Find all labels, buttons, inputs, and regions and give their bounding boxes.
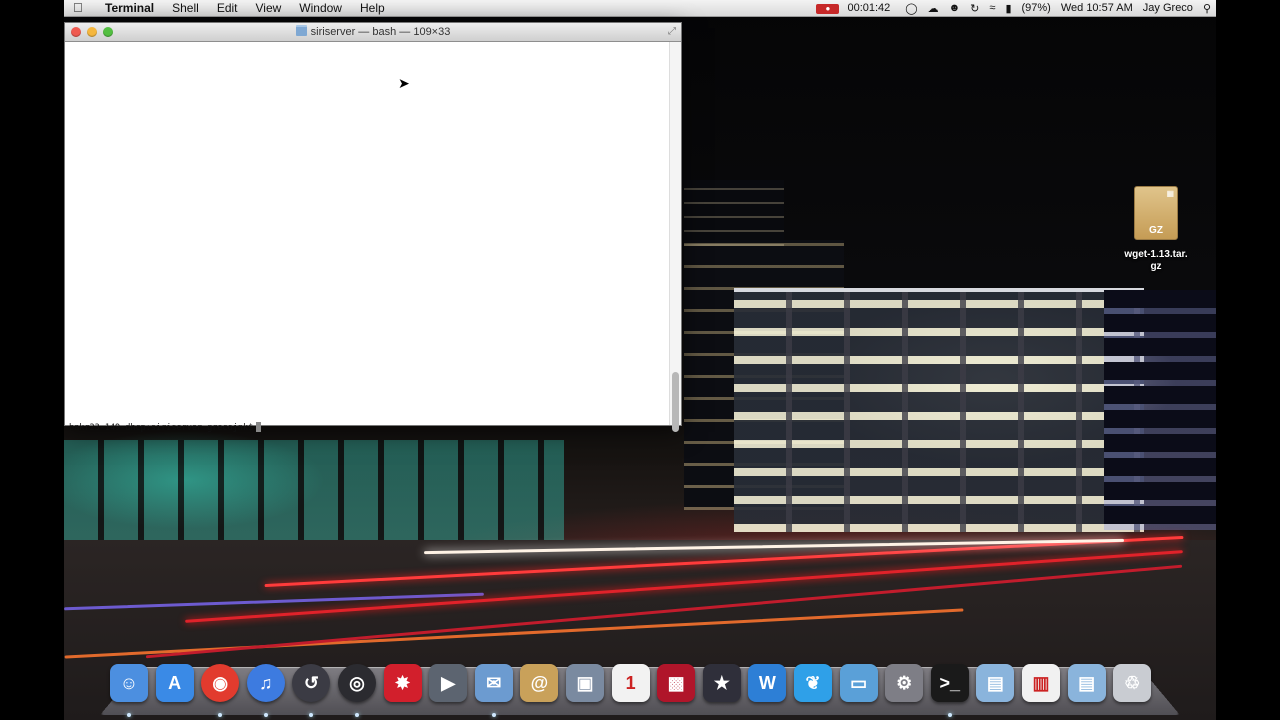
record-icon: ● — [816, 4, 840, 14]
menu-help[interactable]: Help — [351, 0, 394, 16]
menu-app-name[interactable]: Terminal — [96, 0, 163, 16]
menu-edit[interactable]: Edit — [208, 0, 247, 16]
menu-bar:  Terminal Shell Edit View Window Help ●… — [64, 0, 1216, 17]
word-icon: W — [758, 672, 776, 693]
menu-shell[interactable]: Shell — [163, 0, 208, 16]
dock-item-final-cut[interactable]: ★ — [702, 664, 741, 702]
clock[interactable]: Wed 10:57 AM — [1056, 2, 1138, 14]
dock-item-chrome[interactable]: ◉ — [201, 664, 240, 702]
fullscreen-icon[interactable]: ⤢ — [668, 26, 676, 37]
mail-icon: ✉ — [486, 672, 502, 693]
menu-view[interactable]: View — [247, 0, 291, 16]
star-icon: ✸ — [395, 672, 411, 693]
running-indicator — [263, 713, 268, 717]
dock-item-pictures-folder[interactable]: ▤ — [976, 664, 1015, 702]
monitor-icon: ▭ — [850, 672, 868, 693]
status-icon[interactable]: ◯ — [900, 2, 922, 15]
battery-icon[interactable]: ▮ — [1000, 2, 1016, 15]
apple-icon[interactable]:  — [64, 0, 96, 16]
calendar-icon: 1 — [625, 672, 636, 693]
dock-item-mathematica[interactable]: ✸ — [383, 664, 422, 702]
building-right — [1104, 290, 1216, 530]
dock-item-facetime[interactable]: ▶ — [429, 664, 468, 702]
time-machine-icon: ↺ — [303, 672, 319, 693]
file-name[interactable]: wget-1.13.tar. gz — [1116, 249, 1196, 273]
chrome-icon: ◉ — [212, 672, 229, 693]
running-indicator — [355, 713, 359, 717]
office-building — [734, 288, 1144, 532]
terminal-icon: >_ — [939, 672, 961, 693]
dock-item-app-store[interactable]: A — [155, 664, 194, 702]
document-icon: ▥ — [1032, 672, 1050, 693]
scrollbar-thumb[interactable] — [672, 372, 679, 432]
folder-icon — [295, 25, 307, 36]
recording-indicator[interactable]: ● 00:01:42 — [811, 2, 900, 14]
terminal-content[interactable]: ➤ bakr23-149-dhcp:siriserver grecojnk$ — [65, 42, 669, 433]
camera-icon: ▶ — [441, 672, 456, 693]
dock-item-trash[interactable]: ♲ — [1113, 664, 1152, 702]
window-titlebar[interactable]: siriserver — bash — 109×33 ⤢ — [65, 23, 681, 42]
dock-item-downloads-folder[interactable]: ▤ — [1067, 664, 1106, 702]
battery-percent[interactable]: (97%) — [1017, 2, 1056, 14]
clapper-icon: ★ — [713, 672, 730, 693]
folder-icon: ▤ — [986, 672, 1004, 693]
dock-item-photo-booth-2[interactable]: ▩ — [657, 664, 696, 702]
zipper-icon: ▦ — [1166, 189, 1174, 198]
dock-item-itunes[interactable]: ♫ — [246, 664, 285, 702]
twitter-icon: ❦ — [805, 672, 821, 693]
trash-icon: ♲ — [1124, 672, 1141, 693]
dock-item-mail[interactable]: ✉ — [474, 664, 513, 702]
prompt-text: bakr23-149-dhcp:siriserver grecojnk$ — [69, 423, 254, 433]
window-title: siriserver — bash — 109×33 — [65, 23, 681, 41]
window-title-text: siriserver — bash — 109×33 — [310, 26, 451, 38]
app-store-icon: A — [168, 672, 182, 693]
alien-icon[interactable]: ☻ — [944, 2, 966, 14]
dock-item-pdf-document[interactable]: ▥ — [1022, 664, 1060, 702]
file-type-label: GZ — [1149, 225, 1163, 236]
time-machine-icon[interactable]: ↻ — [965, 2, 984, 15]
menu-extras: ● 00:01:42 ◯ ☁ ☻ ↻ ≈ ▮ (97%) Wed 10:57 AM… — [811, 2, 1216, 15]
gear-icon: ⚙ — [896, 672, 913, 693]
dock-item-system-preferences[interactable]: ⚙ — [885, 664, 924, 702]
text-cursor — [256, 422, 262, 432]
recording-time: 00:01:42 — [847, 2, 891, 14]
dock-item-photo-booth[interactable]: ▣ — [566, 664, 604, 702]
running-indicator — [947, 713, 952, 717]
dock-item-word[interactable]: W — [748, 664, 787, 702]
photo-booth-icon: ▩ — [667, 672, 685, 693]
archive-file-icon[interactable]: ▦ GZ — [1134, 186, 1178, 240]
contacts-icon: @ — [530, 672, 549, 693]
terminal-window[interactable]: siriserver — bash — 109×33 ⤢ ➤ bakr23-14… — [64, 22, 682, 433]
dock-item-ical[interactable]: 1 — [611, 664, 650, 702]
mouse-pointer-icon: ➤ — [398, 75, 410, 91]
shell-prompt: bakr23-149-dhcp:siriserver grecojnk$ — [69, 422, 262, 433]
spotlight-search-icon[interactable]: ⚲ — [1198, 2, 1216, 15]
dock-item-address-book[interactable]: @ — [520, 664, 559, 702]
dock-item-finder[interactable]: ☺ — [110, 664, 148, 702]
aperture-icon: ◎ — [349, 672, 365, 693]
running-indicator — [491, 713, 496, 717]
finder-icon: ☺ — [119, 672, 139, 693]
wifi-icon[interactable]: ≈ — [984, 2, 1000, 14]
folder-icon: ▤ — [1078, 672, 1096, 693]
dock-item-twitter[interactable]: ❦ — [794, 664, 832, 702]
cloud-icon[interactable]: ☁ — [923, 2, 944, 15]
dock-item-terminal[interactable]: >_ — [930, 664, 969, 702]
file-name-line: wget-1.13.tar. — [1124, 249, 1188, 260]
dock-item-aperture[interactable]: ◎ — [338, 664, 376, 702]
user-name[interactable]: Jay Greco — [1138, 2, 1198, 14]
itunes-icon: ♫ — [259, 672, 273, 693]
scrollbar[interactable] — [669, 42, 681, 432]
running-indicator — [127, 713, 131, 717]
file-name-line: gz — [1150, 261, 1162, 272]
menu-window[interactable]: Window — [290, 0, 351, 16]
photos-icon: ▣ — [576, 672, 594, 693]
dock-item-system-preferences-2[interactable]: ▭ — [839, 664, 878, 702]
